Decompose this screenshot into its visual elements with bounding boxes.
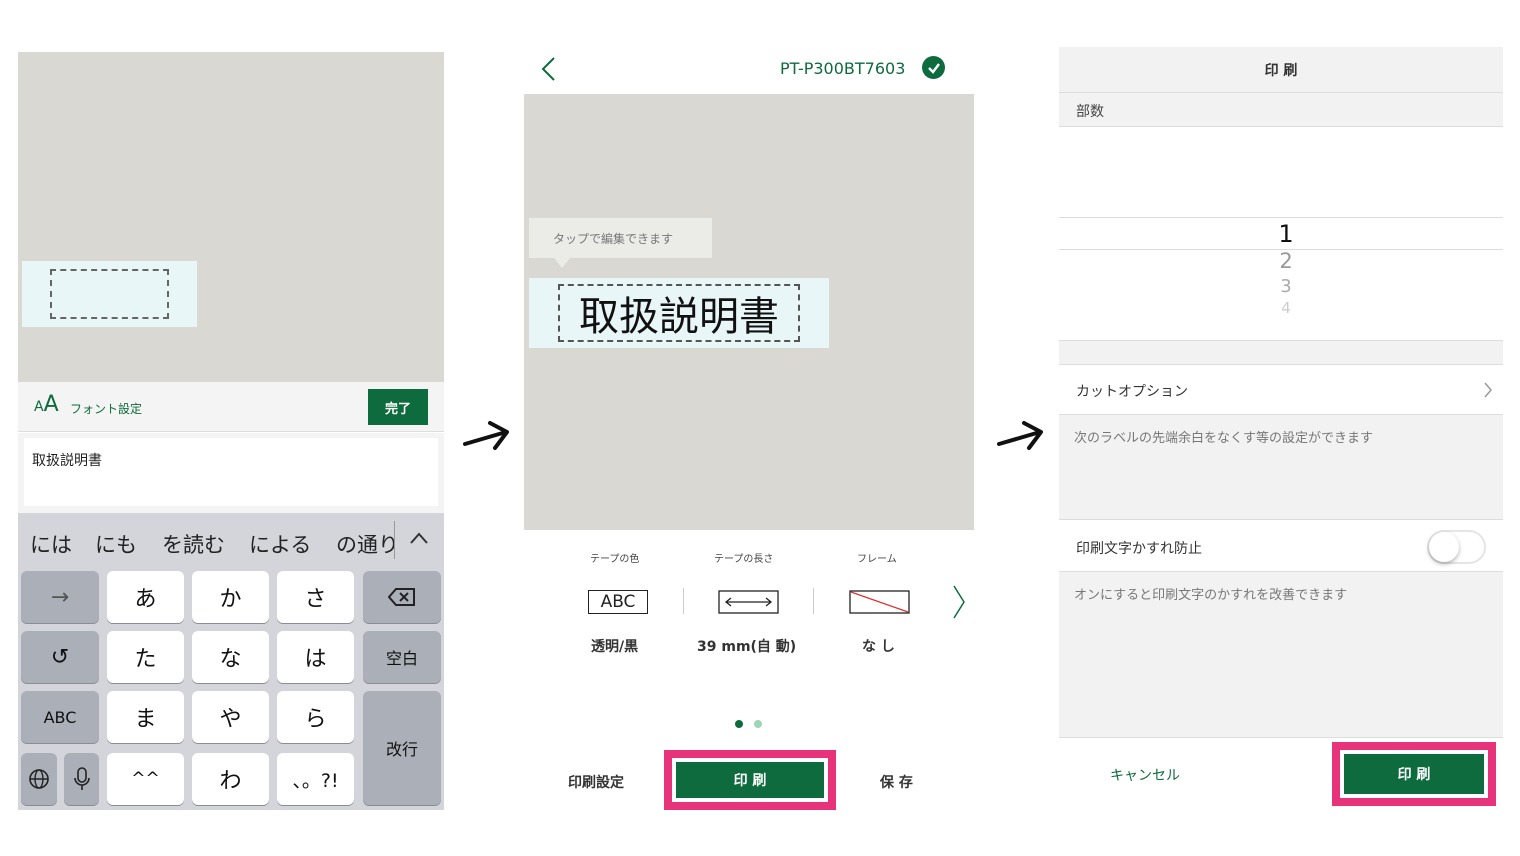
abc-key[interactable]: ABC (21, 691, 99, 743)
tape-color-icon[interactable]: ABC (588, 590, 648, 614)
label-editor-screen: AA フォント設定 完了 取扱説明書 には にも を読む による の通り → あ… (18, 52, 444, 810)
tape-length-title: テープの長さ (714, 554, 774, 565)
frame-icon[interactable] (849, 590, 911, 618)
key-wa[interactable]: わ (192, 753, 269, 805)
key-ta[interactable]: た (107, 631, 184, 683)
copies-picker[interactable]: 1 2 3 4 (1059, 127, 1503, 340)
picker-option[interactable]: 3 (1059, 275, 1513, 297)
toggle-knob (1429, 532, 1459, 562)
microphone-icon (73, 767, 90, 790)
frame-title: フレーム (857, 554, 897, 565)
header-bar: PT-P300BT7603 (524, 46, 974, 94)
tape-length-value: 39 mm(自 動) (697, 639, 797, 655)
key-sa[interactable]: さ (277, 571, 354, 623)
spacer (1059, 340, 1503, 365)
preview-screen: PT-P300BT7603 タップで編集できます 取扱説明書 テープの色 テープ… (524, 46, 974, 810)
picker-option[interactable]: 2 (1059, 249, 1513, 273)
kaomoji-key[interactable]: ^^ (107, 753, 184, 805)
key-ma[interactable]: ま (107, 691, 184, 743)
backspace-key[interactable] (363, 571, 441, 623)
key-ha[interactable]: は (277, 631, 354, 683)
candidate-item[interactable]: を読む (162, 529, 225, 559)
edit-tooltip: タップで編集できます (529, 218, 712, 258)
key-na[interactable]: な (192, 631, 269, 683)
frame-value: な し (862, 639, 895, 655)
cut-option-label: カットオプション (1076, 384, 1188, 400)
mic-key[interactable] (64, 753, 99, 805)
arrow-right-icon (996, 418, 1046, 456)
text-input-area: 取扱説明書 (18, 433, 444, 513)
text-input[interactable]: 取扱説明書 (24, 438, 438, 506)
blur-prevention-label: 印刷文字かすれ防止 (1076, 541, 1202, 557)
arrow-right-icon (462, 418, 512, 456)
font-icon[interactable]: AA (34, 392, 59, 417)
page-dot-active[interactable] (735, 720, 743, 728)
label-canvas (18, 52, 444, 382)
tooltip-pointer (554, 258, 570, 268)
globe-key[interactable] (21, 753, 57, 805)
dialog-footer: キャンセル 印 刷 (1059, 737, 1503, 809)
punctuation-key[interactable]: 、。?! (277, 753, 354, 805)
label-canvas: タップで編集できます 取扱説明書 (524, 94, 974, 530)
cut-option-desc: 次のラベルの先端余白をなくす等の設定ができます (1059, 415, 1503, 520)
print-button-highlight: 印 刷 (664, 750, 836, 810)
cut-option-row[interactable]: カットオプション (1059, 365, 1503, 415)
label-text[interactable]: 取扱説明書 (558, 284, 800, 342)
candidate-bar: には にも を読む による の通り (18, 513, 444, 571)
text-frame[interactable] (50, 269, 169, 319)
chevron-right-icon[interactable] (952, 584, 966, 624)
picker-line (1059, 217, 1503, 218)
back-chevron-icon[interactable] (540, 56, 556, 86)
tape-length-icon[interactable] (718, 590, 780, 618)
space-key[interactable]: 空白 (363, 631, 441, 683)
device-name[interactable]: PT-P300BT7603 (780, 59, 905, 78)
label-tape[interactable]: 取扱説明書 (529, 278, 829, 348)
divider (683, 588, 684, 614)
key-ka[interactable]: か (192, 571, 269, 623)
font-setting-label[interactable]: フォント設定 (70, 400, 142, 417)
chevron-up-icon[interactable] (410, 529, 428, 548)
copies-label: 部数 (1059, 94, 1503, 127)
save-button[interactable]: 保 存 (880, 772, 913, 792)
tape-color-value: 透明/黒 (591, 639, 639, 655)
candidate-item[interactable]: には (30, 529, 72, 559)
blur-prevention-toggle[interactable] (1427, 530, 1486, 564)
enter-key[interactable]: 改行 (363, 691, 441, 805)
undo-key[interactable]: ↺ (21, 631, 99, 683)
backspace-icon (388, 588, 415, 606)
editor-toolbar: AA フォント設定 完了 (18, 382, 444, 432)
print-button[interactable]: 印 刷 (676, 762, 824, 798)
candidate-item[interactable]: の通り (336, 529, 399, 559)
candidate-item[interactable]: にも (95, 529, 137, 559)
globe-icon (29, 769, 49, 789)
tape-color-title: テープの色 (590, 554, 640, 565)
key-ya[interactable]: や (192, 691, 269, 743)
picker-option[interactable]: 4 (1059, 297, 1513, 319)
check-icon (922, 56, 945, 79)
label-tape[interactable] (22, 261, 197, 327)
chevron-right-icon (1483, 381, 1493, 403)
divider (394, 521, 395, 559)
key-ra[interactable]: ら (277, 691, 354, 743)
key-a[interactable]: あ (107, 571, 184, 623)
blur-prevention-desc: オンにすると印刷文字のかすれを改善できます (1059, 572, 1503, 737)
cancel-button[interactable]: キャンセル (1110, 765, 1180, 785)
candidate-item[interactable]: による (249, 529, 311, 559)
done-button[interactable]: 完了 (368, 389, 428, 425)
page-dot[interactable] (754, 720, 762, 728)
keyboard: には にも を読む による の通り → あ か さ ↺ た な は 空白 ABC… (18, 513, 444, 810)
print-button-highlight: 印 刷 (1332, 742, 1496, 806)
picker-option-selected[interactable]: 1 (1059, 220, 1513, 248)
print-dialog: 印 刷 部数 1 2 3 4 カットオプション 次のラベルの先端余白をなくす等の… (1059, 47, 1503, 809)
print-settings-button[interactable]: 印刷設定 (568, 772, 624, 792)
divider (813, 588, 814, 614)
dialog-title: 印 刷 (1059, 47, 1503, 93)
print-button[interactable]: 印 刷 (1344, 754, 1484, 794)
arrow-key[interactable]: → (21, 571, 99, 623)
blur-prevention-row: 印刷文字かすれ防止 (1059, 520, 1503, 572)
settings-area: テープの色 テープの長さ フレーム ABC 透明/黒 39 mm(自 動) な … (524, 530, 974, 810)
